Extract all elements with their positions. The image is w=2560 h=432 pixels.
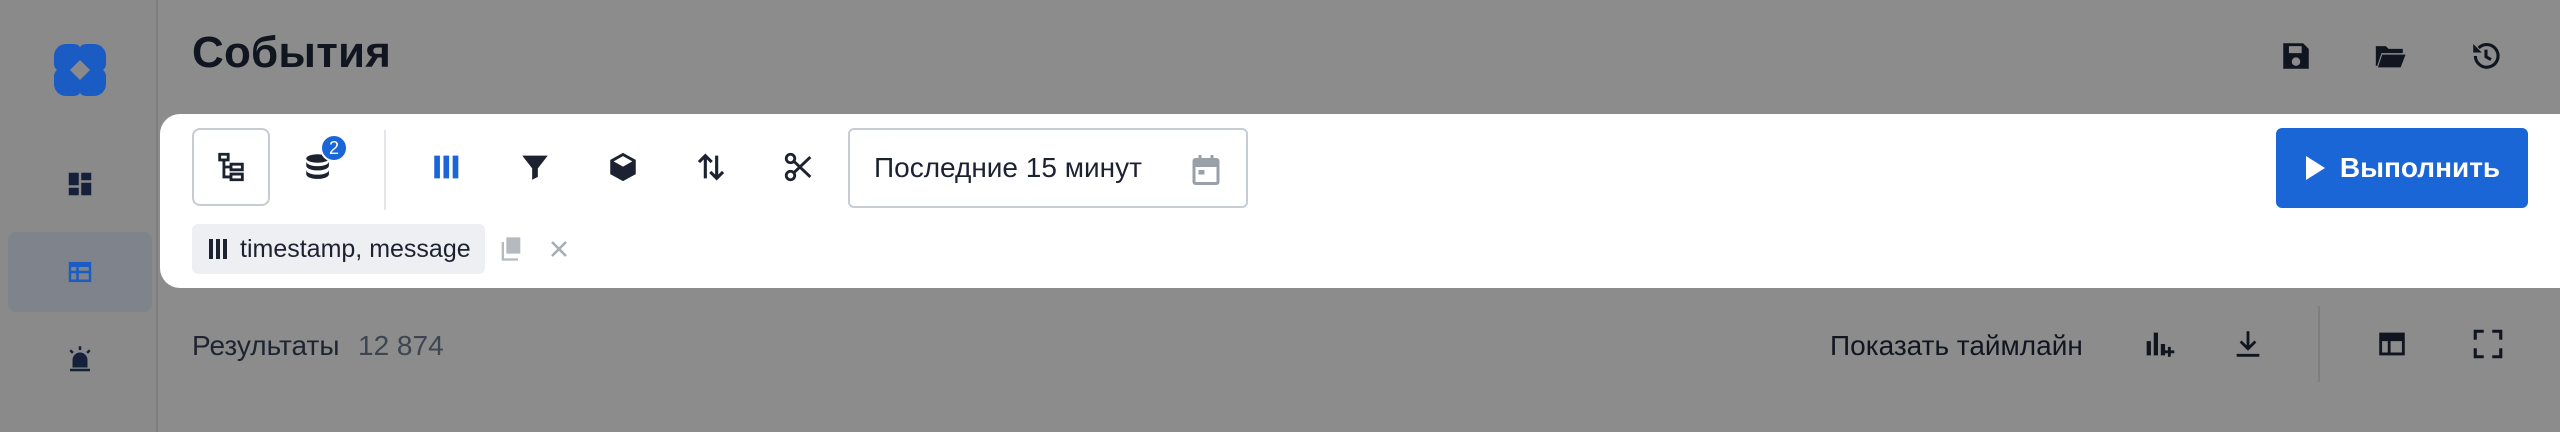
- remove-columns-button[interactable]: [542, 232, 576, 266]
- layout-button[interactable]: [2370, 322, 2414, 366]
- sidebar-item-alerts[interactable]: [8, 320, 152, 400]
- results-toolbar-divider: [2318, 306, 2320, 382]
- cut-button[interactable]: [760, 128, 838, 206]
- page-title: События: [192, 28, 392, 77]
- results-label: Результаты: [192, 330, 340, 361]
- sort-button[interactable]: [672, 128, 750, 206]
- history-button[interactable]: [2464, 34, 2508, 78]
- filter-icon: [522, 155, 548, 180]
- fullscreen-button[interactable]: [2466, 322, 2510, 366]
- time-range-value: Последние 15 минут: [874, 152, 1142, 183]
- run-query-label: Выполнить: [2339, 152, 2501, 183]
- chart-add-icon: [2146, 332, 2175, 357]
- save-button[interactable]: [2274, 34, 2318, 78]
- tree-structure-icon: [218, 152, 244, 182]
- query-panel: 2 Последние 15 минут Выполнить timestamp…: [160, 114, 2560, 288]
- filter-button[interactable]: [496, 128, 574, 206]
- columns-button[interactable]: [408, 128, 486, 206]
- history-icon: [2473, 43, 2500, 69]
- selected-columns-text: timestamp, message: [240, 234, 471, 263]
- time-range-picker[interactable]: Последние 15 минут: [848, 128, 1248, 208]
- download-button[interactable]: [2226, 322, 2270, 366]
- scissors-icon: [784, 152, 812, 182]
- fullscreen-icon: [2473, 329, 2503, 359]
- download-icon: [2236, 331, 2260, 357]
- play-icon: [2305, 156, 2325, 180]
- add-chart-button[interactable]: [2136, 322, 2180, 366]
- sidebar: [0, 0, 158, 432]
- clover-logo-icon[interactable]: [52, 42, 108, 98]
- open-button[interactable]: [2368, 34, 2412, 78]
- cube-icon: [610, 152, 636, 182]
- close-icon: [551, 241, 567, 257]
- folder-open-icon: [2375, 46, 2406, 68]
- sidebar-item-events[interactable]: [8, 232, 152, 312]
- layout-icon: [2379, 332, 2405, 356]
- dashboard-icon: [68, 172, 92, 196]
- group-button[interactable]: [584, 128, 662, 206]
- copy-icon: [501, 237, 521, 261]
- toolbar-divider: [384, 130, 386, 210]
- show-timeline-button[interactable]: Показать таймлайн: [1830, 330, 2083, 362]
- copy-columns-button[interactable]: [494, 232, 528, 266]
- save-icon: [2283, 43, 2309, 69]
- columns-icon: [434, 155, 459, 179]
- sources-count-badge: 2: [320, 134, 348, 162]
- calendar-icon: [1192, 155, 1220, 185]
- table-icon: [68, 262, 92, 282]
- results-count: 12 874: [358, 330, 444, 361]
- sidebar-item-dashboards[interactable]: [8, 144, 152, 224]
- selected-columns-chip[interactable]: timestamp, message: [192, 224, 485, 274]
- run-query-button[interactable]: Выполнить: [2276, 128, 2528, 208]
- columns-icon: [209, 239, 227, 259]
- sort-icon: [697, 153, 725, 181]
- alarm-icon: [69, 346, 91, 372]
- schema-tree-button[interactable]: [192, 128, 270, 206]
- data-sources-button[interactable]: [280, 128, 358, 206]
